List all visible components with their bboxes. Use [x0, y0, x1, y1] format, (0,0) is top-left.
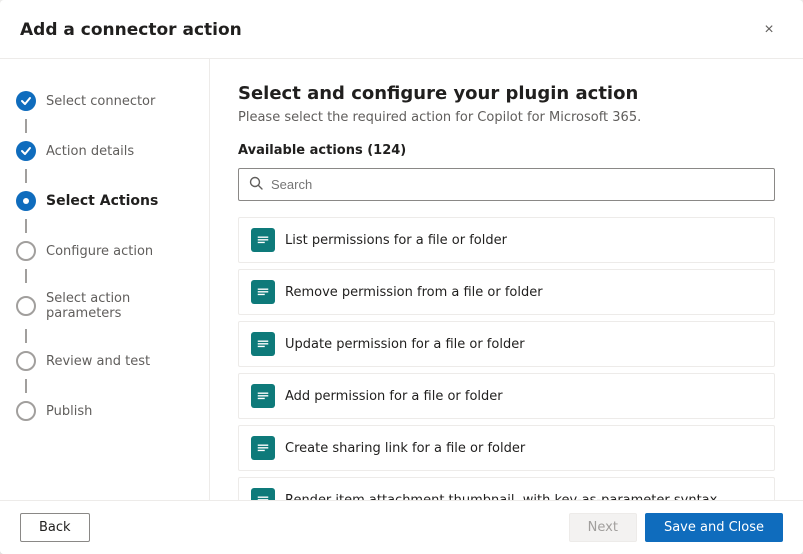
- action-label-create-sharing: Create sharing link for a file or folder: [285, 441, 525, 456]
- sidebar-item-review-and-test: Review and test: [0, 343, 209, 379]
- action-icon-update-permission: [251, 332, 275, 356]
- main-content: Select and configure your plugin action …: [210, 59, 803, 500]
- add-connector-action-dialog: Add a connector action × Select connecto…: [0, 0, 803, 554]
- available-actions-label: Available actions (124): [238, 143, 775, 158]
- step-label-select-action-parameters: Select action parameters: [46, 291, 193, 321]
- sidebar-item-configure-action: Configure action: [0, 233, 209, 269]
- action-icon-render-attachment: [251, 488, 275, 500]
- step-indicator-select-actions: [16, 191, 36, 211]
- step-line-2: [25, 169, 27, 183]
- dialog-header: Add a connector action ×: [0, 0, 803, 59]
- step-label-action-details: Action details: [46, 144, 134, 159]
- close-button[interactable]: ×: [755, 16, 783, 44]
- step-indicator-publish: [16, 401, 36, 421]
- step-indicator-configure-action: [16, 241, 36, 261]
- search-input[interactable]: [271, 177, 764, 192]
- action-label-update-permission: Update permission for a file or folder: [285, 337, 525, 352]
- action-item-render-attachment[interactable]: Render item attachment thumbnail, with k…: [238, 477, 775, 500]
- search-box[interactable]: [238, 168, 775, 201]
- sidebar-item-select-connector[interactable]: Select connector: [0, 83, 209, 119]
- action-item-create-sharing[interactable]: Create sharing link for a file or folder: [238, 425, 775, 471]
- step-indicator-select-action-parameters: [16, 296, 36, 316]
- step-line-1: [25, 119, 27, 133]
- action-item-remove-permission[interactable]: Remove permission from a file or folder: [238, 269, 775, 315]
- action-icon-list-permissions: [251, 228, 275, 252]
- sidebar-item-action-details[interactable]: Action details: [0, 133, 209, 169]
- sidebar-item-publish: Publish: [0, 393, 209, 429]
- step-indicator-review-and-test: [16, 351, 36, 371]
- footer-right: Next Save and Close: [569, 513, 783, 542]
- back-button[interactable]: Back: [20, 513, 90, 542]
- step-indicator-action-details: [16, 141, 36, 161]
- next-button: Next: [569, 513, 637, 542]
- step-label-review-and-test: Review and test: [46, 354, 150, 369]
- step-label-publish: Publish: [46, 404, 92, 419]
- step-line-6: [25, 379, 27, 393]
- action-label-render-attachment: Render item attachment thumbnail, with k…: [285, 493, 717, 501]
- action-icon-remove-permission: [251, 280, 275, 304]
- content-subtitle: Please select the required action for Co…: [238, 110, 775, 125]
- step-line-3: [25, 219, 27, 233]
- action-icon-create-sharing: [251, 436, 275, 460]
- actions-list: List permissions for a file or folder Re…: [238, 217, 775, 500]
- sidebar-item-select-action-parameters: Select action parameters: [0, 283, 209, 329]
- step-label-select-connector: Select connector: [46, 94, 155, 109]
- action-icon-add-permission: [251, 384, 275, 408]
- action-item-list-permissions[interactable]: List permissions for a file or folder: [238, 217, 775, 263]
- action-label-add-permission: Add permission for a file or folder: [285, 389, 503, 404]
- sidebar: Select connector Action details: [0, 59, 210, 500]
- dialog-body: Select connector Action details: [0, 59, 803, 500]
- footer-left: Back: [20, 513, 90, 542]
- content-title: Select and configure your plugin action: [238, 83, 775, 104]
- step-label-configure-action: Configure action: [46, 244, 153, 259]
- action-item-add-permission[interactable]: Add permission for a file or folder: [238, 373, 775, 419]
- search-icon: [249, 175, 263, 194]
- step-indicator-select-connector: [16, 91, 36, 111]
- sidebar-item-select-actions[interactable]: Select Actions: [0, 183, 209, 219]
- step-line-4: [25, 269, 27, 283]
- action-item-update-permission[interactable]: Update permission for a file or folder: [238, 321, 775, 367]
- save-close-button[interactable]: Save and Close: [645, 513, 783, 542]
- action-label-list-permissions: List permissions for a file or folder: [285, 233, 507, 248]
- step-line-5: [25, 329, 27, 343]
- dialog-footer: Back Next Save and Close: [0, 500, 803, 554]
- step-label-select-actions: Select Actions: [46, 193, 158, 209]
- action-label-remove-permission: Remove permission from a file or folder: [285, 285, 543, 300]
- dialog-title: Add a connector action: [20, 20, 242, 40]
